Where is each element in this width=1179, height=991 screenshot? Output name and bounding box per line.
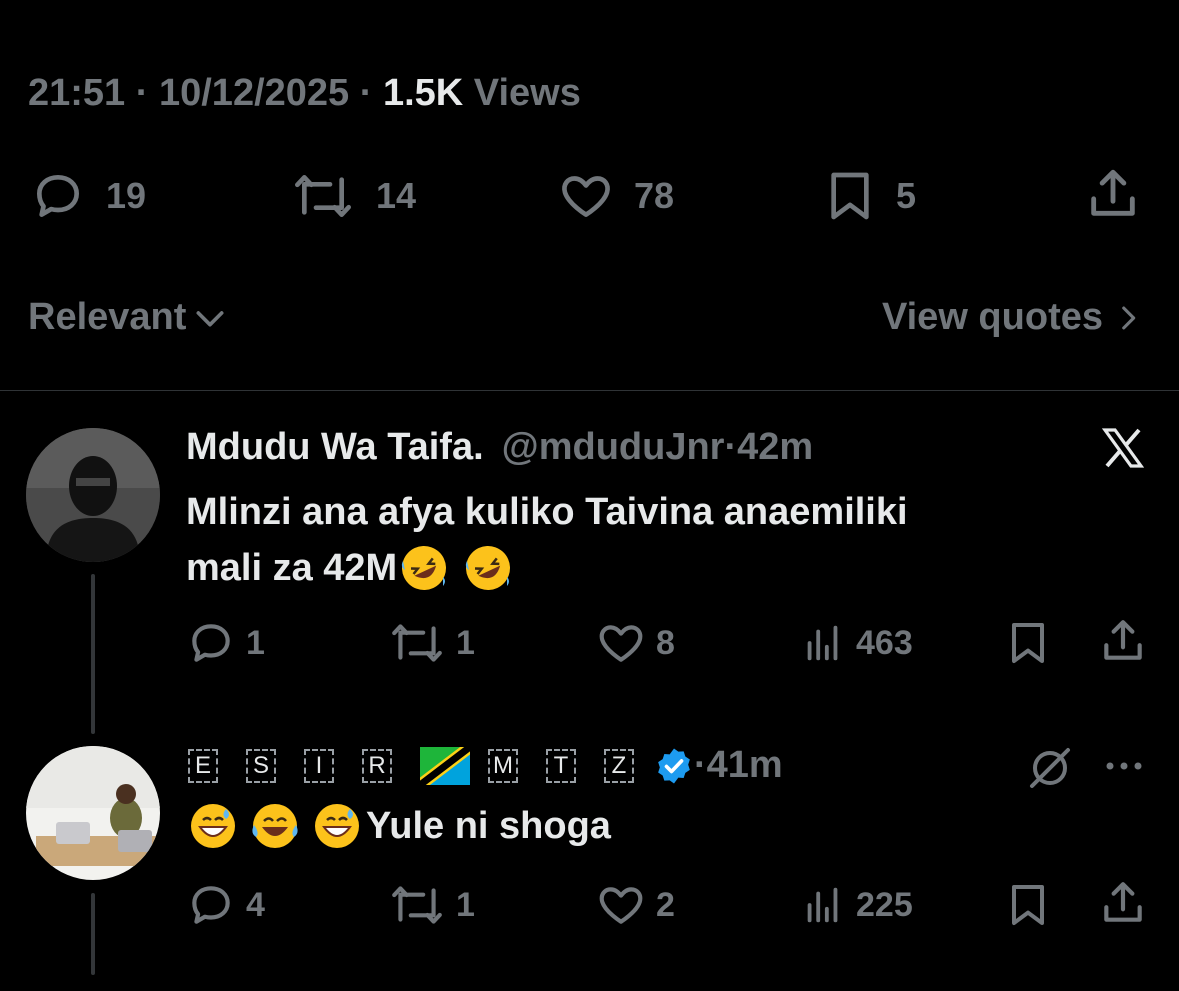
name-letter: R bbox=[362, 748, 392, 783]
repost-icon bbox=[392, 624, 442, 662]
share-button[interactable] bbox=[1098, 878, 1148, 928]
chevron-right-icon bbox=[1122, 306, 1136, 329]
reply-icon bbox=[37, 175, 79, 218]
like-button[interactable]: 2 bbox=[596, 880, 675, 930]
sort-label: Relevant bbox=[28, 296, 187, 338]
bookmark-icon bbox=[1012, 885, 1044, 925]
name-letter: E bbox=[188, 748, 218, 783]
analytics-icon bbox=[807, 887, 838, 923]
name-letter: I bbox=[304, 748, 334, 783]
avatar[interactable] bbox=[26, 746, 160, 880]
view-quotes-link[interactable]: View quotes bbox=[882, 296, 1143, 339]
name-letter: Z bbox=[604, 748, 634, 783]
section-divider bbox=[0, 390, 1179, 391]
bookmark-button[interactable]: 5 bbox=[822, 168, 916, 224]
grinning-sweat-emoji-icon bbox=[191, 804, 235, 848]
repost-icon bbox=[392, 886, 442, 924]
views-label: Views bbox=[463, 72, 581, 114]
author-name[interactable]: E S I R M T Z bbox=[188, 746, 662, 785]
author-name[interactable]: Mdudu Wa Taifa. bbox=[186, 426, 484, 469]
bookmark-count: 5 bbox=[896, 175, 917, 216]
bookmark-icon bbox=[831, 172, 869, 220]
reply-sort-dropdown[interactable]: Relevant bbox=[28, 296, 230, 339]
share-button[interactable] bbox=[1084, 166, 1142, 222]
name-letter: M bbox=[488, 748, 518, 783]
reply-time[interactable]: 42m bbox=[737, 426, 813, 469]
like-count: 2 bbox=[656, 885, 675, 924]
reply-text: Yule ni shoga bbox=[188, 798, 611, 854]
views-count: 1.5K bbox=[382, 72, 464, 114]
views-count: 463 bbox=[856, 623, 913, 662]
post-meta: 21:51 · 10/12/2025 · 1.5K Views bbox=[28, 72, 581, 114]
chevron-down-icon bbox=[196, 310, 224, 326]
avatar-image bbox=[26, 746, 160, 880]
reply-text: Mlinzi ana afya kuliko Taivina anaemilik… bbox=[186, 484, 1146, 596]
rofl-emoji-icon bbox=[402, 546, 447, 590]
reply-button[interactable]: 1 bbox=[186, 618, 265, 668]
like-count: 78 bbox=[634, 175, 675, 216]
like-button[interactable]: 8 bbox=[596, 618, 675, 668]
reply-author-line: Mdudu Wa Taifa. @mduduJnr · 42m bbox=[186, 426, 814, 469]
reply-icon bbox=[192, 624, 230, 662]
post-date: 10/12/2025 bbox=[158, 72, 350, 114]
reply-count: 19 bbox=[106, 175, 147, 216]
avatar-image bbox=[26, 428, 160, 562]
share-icon bbox=[1104, 620, 1142, 660]
post-time: 21:51 bbox=[28, 72, 126, 114]
repost-count: 14 bbox=[376, 175, 417, 216]
repost-count: 1 bbox=[456, 885, 475, 924]
reply-time[interactable]: 41m bbox=[707, 744, 783, 787]
bookmark-icon bbox=[1012, 623, 1044, 663]
views-count: 225 bbox=[856, 885, 913, 924]
views-button[interactable]: 463 bbox=[800, 618, 913, 668]
repost-icon bbox=[295, 175, 351, 218]
author-handle[interactable]: @mduduJnr bbox=[502, 426, 725, 469]
tears-of-joy-emoji-icon bbox=[252, 804, 298, 848]
heart-icon bbox=[562, 176, 610, 218]
verified-badge-icon bbox=[658, 748, 690, 783]
bookmark-button[interactable] bbox=[1004, 880, 1052, 930]
thread-line bbox=[91, 574, 95, 734]
heart-icon bbox=[599, 625, 643, 662]
share-icon bbox=[1104, 882, 1142, 922]
repost-count: 1 bbox=[456, 623, 475, 662]
reply-button[interactable]: 4 bbox=[186, 880, 265, 930]
rofl-emoji-icon bbox=[466, 546, 511, 590]
name-letter: T bbox=[546, 748, 576, 783]
x-logo-icon bbox=[1101, 428, 1145, 468]
reply-icon bbox=[192, 886, 230, 924]
repost-button[interactable]: 14 bbox=[288, 168, 416, 224]
more-options-icon[interactable] bbox=[1102, 756, 1146, 776]
reply-count: 1 bbox=[246, 623, 265, 662]
grinning-sweat-emoji-icon bbox=[315, 804, 359, 848]
views-button[interactable]: 225 bbox=[800, 880, 913, 930]
reply-count: 4 bbox=[246, 885, 265, 924]
name-letter: S bbox=[246, 748, 276, 783]
view-quotes-label: View quotes bbox=[881, 296, 1103, 338]
share-icon bbox=[1091, 169, 1135, 216]
reply-author-line: E S I R M T Z · 41m bbox=[188, 744, 783, 787]
grok-icon[interactable] bbox=[1026, 744, 1074, 792]
avatar[interactable] bbox=[26, 428, 160, 562]
analytics-icon bbox=[807, 625, 838, 661]
tanzania-flag-icon bbox=[420, 746, 470, 785]
like-button[interactable]: 78 bbox=[556, 168, 674, 224]
repost-button[interactable]: 1 bbox=[388, 618, 475, 668]
like-count: 8 bbox=[656, 623, 675, 662]
reply-button[interactable]: 19 bbox=[28, 168, 146, 224]
share-button[interactable] bbox=[1098, 616, 1148, 666]
thread-line bbox=[91, 893, 95, 975]
bookmark-button[interactable] bbox=[1004, 618, 1052, 668]
heart-icon bbox=[599, 887, 643, 924]
repost-button[interactable]: 1 bbox=[388, 880, 475, 930]
